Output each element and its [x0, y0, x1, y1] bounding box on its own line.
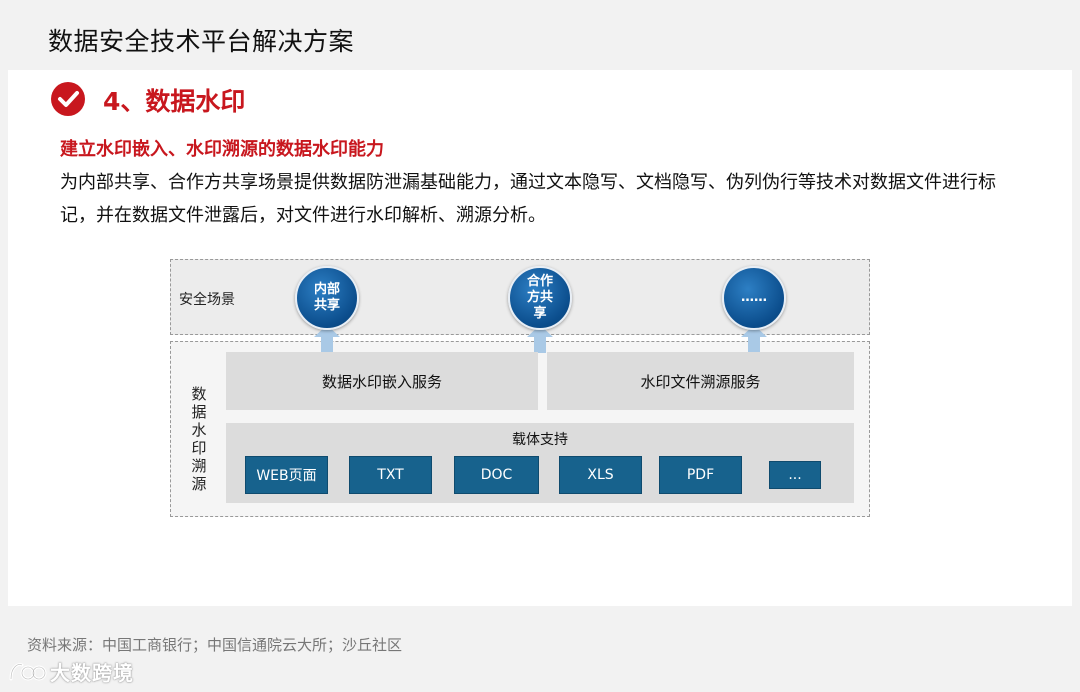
carrier-chip: WEB页面 — [245, 456, 328, 494]
carrier-chip: XLS — [559, 456, 642, 494]
source-note: 资料来源：中国工商银行；中国信通院云大所；沙丘社区 — [27, 636, 403, 654]
carrier-chip: DOC — [454, 456, 539, 494]
carrier-chip: ... — [769, 461, 821, 489]
scene-label: 安全场景 — [179, 292, 235, 308]
section-subhead: 建立水印嵌入、水印溯源的数据水印能力 — [60, 139, 384, 160]
vertical-label: 数 据 水 印 溯 源 — [191, 385, 207, 493]
logo-text: 大数跨境 — [50, 661, 134, 685]
section-description: 为内部共享、合作方共享场景提供数据防泄漏基础能力，通过文本隐写、文档隐写、伪列伪… — [60, 172, 996, 226]
watermark-diagram: 安全场景 数 据 水 印 溯 源 内部 共享 合作 方共 享 …… 数据水印嵌入… — [170, 259, 870, 517]
carrier-title: 载体支持 — [512, 432, 568, 448]
title-bar: 数据安全技术平台解决方案 — [0, 0, 1080, 70]
big-data-logo-icon — [9, 662, 47, 680]
carrier-chip: TXT — [349, 456, 432, 494]
carrier-box: 载体支持 WEB页面 TXT DOC XLS PDF ... — [226, 423, 854, 503]
scene-internal-share: 内部 共享 — [295, 266, 359, 330]
section-title: 4、数据水印 — [103, 87, 246, 116]
check-circle-icon — [51, 82, 85, 116]
page-title: 数据安全技术平台解决方案 — [48, 27, 355, 56]
service-embed: 数据水印嵌入服务 — [226, 352, 538, 410]
scene-partner-share: 合作 方共 享 — [508, 266, 572, 330]
logo: 大数跨境 — [8, 657, 134, 686]
service-trace: 水印文件溯源服务 — [547, 352, 854, 410]
carrier-chip: PDF — [659, 456, 742, 494]
scene-more: …… — [722, 266, 786, 330]
